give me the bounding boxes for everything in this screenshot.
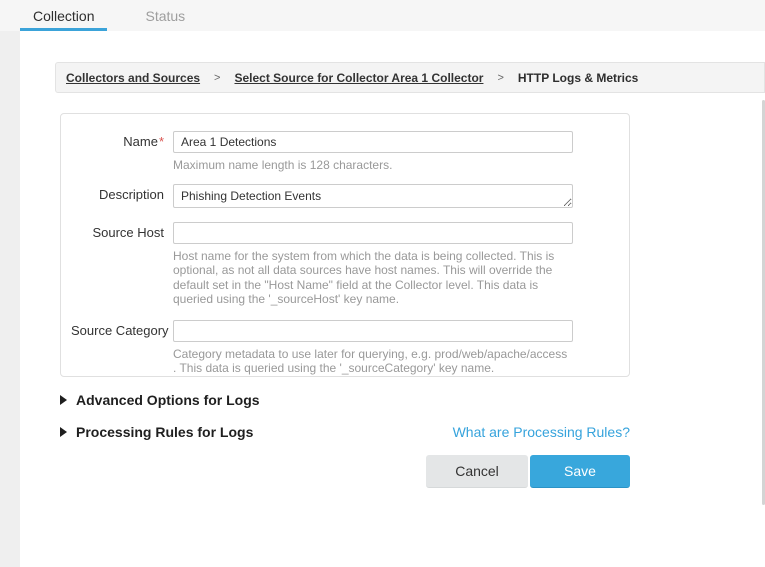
source-host-helper-text: Host name for the system from which the … [173,249,573,307]
tab-status[interactable]: Status [132,4,198,31]
app-window: Collection Status Collectors and Sources… [0,0,765,567]
description-label: Description [71,184,173,213]
breadcrumb-separator: > [497,72,503,84]
expand-arrow-icon [60,395,67,405]
processing-rules-help-link[interactable]: What are Processing Rules? [453,424,630,440]
processing-rules-toggle[interactable]: Processing Rules for Logs [60,424,253,440]
breadcrumb-link-select-source[interactable]: Select Source for Collector Area 1 Colle… [234,71,483,85]
form-row-source-host: Source Host Host name for the system fro… [71,222,629,307]
processing-rules-title: Processing Rules for Logs [76,424,253,440]
form-row-description: Description Phishing Detection Events [71,184,629,213]
form-row-name: Name* Maximum name length is 128 charact… [71,131,629,173]
source-category-label: Source Category [71,320,173,376]
source-host-input[interactable] [173,222,573,244]
section-row-advanced-options: Advanced Options for Logs [60,392,630,408]
breadcrumb-current-page: HTTP Logs & Metrics [518,71,638,85]
description-textarea[interactable]: Phishing Detection Events [173,184,573,208]
tab-collection-label: Collection [33,8,94,24]
name-label: Name* [71,131,173,173]
tab-collection[interactable]: Collection [20,4,107,31]
form-row-source-category: Source Category Category metadata to use… [71,320,629,376]
breadcrumb-separator: > [214,72,220,84]
name-input[interactable] [173,131,573,153]
tab-status-label: Status [145,8,185,24]
left-gutter [0,31,20,567]
form-action-buttons: Cancel Save [60,455,630,488]
name-helper-text: Maximum name length is 128 characters. [173,158,573,173]
required-asterisk: * [159,134,164,149]
save-button[interactable]: Save [530,455,630,488]
expand-arrow-icon [60,427,67,437]
source-category-helper-text: Category metadata to use later for query… [173,347,573,376]
breadcrumb: Collectors and Sources > Select Source f… [55,62,765,93]
source-config-card: Name* Maximum name length is 128 charact… [60,113,630,377]
source-host-label: Source Host [71,222,173,307]
breadcrumb-link-collectors-and-sources[interactable]: Collectors and Sources [66,71,200,85]
top-tab-bar: Collection Status [0,0,765,31]
source-category-input[interactable] [173,320,573,342]
advanced-options-title: Advanced Options for Logs [76,392,260,408]
advanced-options-toggle[interactable]: Advanced Options for Logs [60,392,260,408]
section-row-processing-rules: Processing Rules for Logs What are Proce… [60,424,630,440]
cancel-button[interactable]: Cancel [426,455,528,488]
